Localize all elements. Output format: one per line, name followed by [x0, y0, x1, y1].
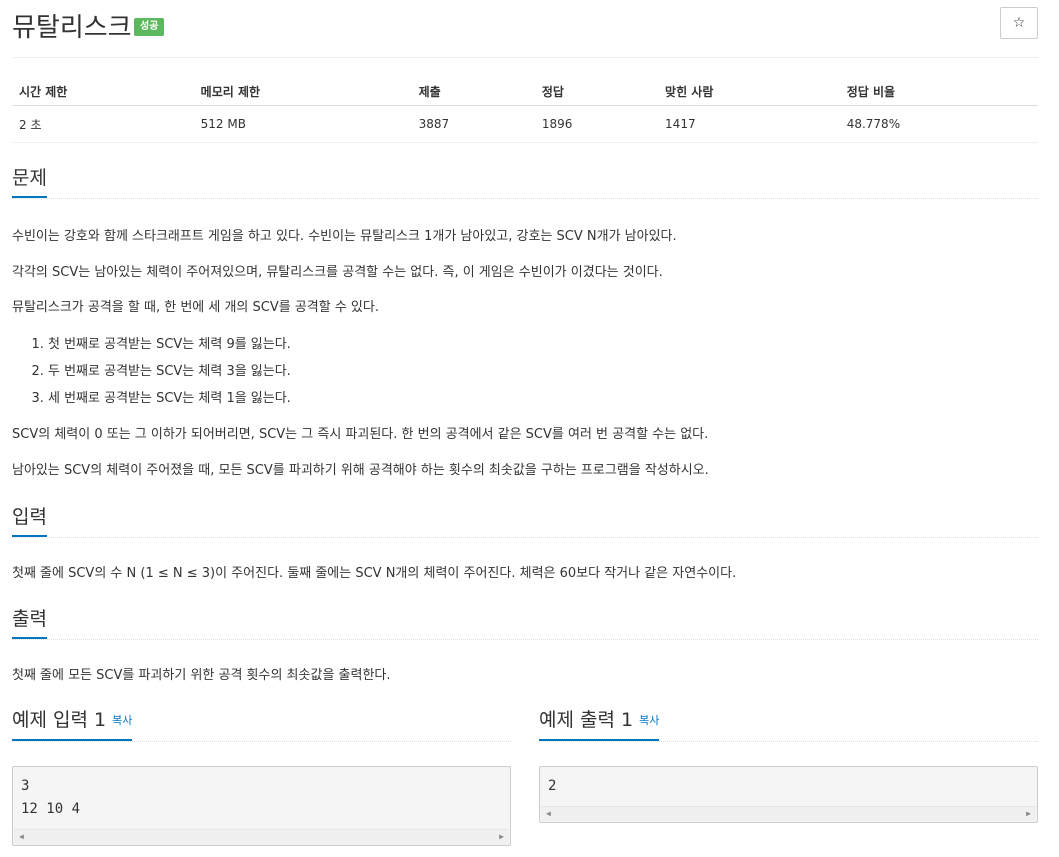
- output-description: 첫째 줄에 모든 SCV를 파괴하기 위한 공격 횟수의 최솟값을 출력한다.: [12, 668, 391, 683]
- star-icon: ☆: [1012, 15, 1026, 31]
- copy-output-button[interactable]: 복사: [639, 714, 659, 727]
- description-paragraph: 각각의 SCV는 남아있는 체력이 주어져있으며, 뮤탈리스크를 공격할 수는 …: [12, 265, 663, 280]
- header-memory-limit: 메모리 제한: [193, 78, 412, 106]
- rule-item: 첫 번째로 공격받는 SCV는 체력 9를 잃는다.: [48, 336, 291, 354]
- sample-output-box[interactable]: 2 ◀ ▶: [539, 766, 1038, 823]
- problem-page: 뮤탈리스크 성공 ☆ 시간 제한 메모리 제한 제출 정답 맞힌 사람 정답 비…: [12, 0, 1038, 846]
- header-time-limit: 시간 제한: [12, 78, 194, 106]
- scroll-right-icon[interactable]: ▶: [499, 830, 504, 844]
- sample-output-title: 예제 출력 1: [539, 709, 634, 731]
- sample-output-heading: 예제 출력 1 복사: [539, 708, 660, 741]
- sample-output-text: 2: [548, 778, 557, 794]
- header-accept-ratio: 정답 비율: [839, 78, 1038, 106]
- sample-input-text: 3 12 10 4: [21, 778, 81, 817]
- rule-item: 세 번째로 공격받는 SCV는 체력 1을 잃는다.: [48, 390, 291, 408]
- solved-users-value: 1417: [658, 105, 840, 143]
- sample-input-title: 예제 입력 1: [12, 709, 107, 731]
- header-accepted: 정답: [534, 78, 659, 106]
- output-section-header: 출력: [12, 607, 1038, 640]
- accept-ratio-value: 48.778%: [839, 105, 1038, 143]
- description-heading: 문제: [12, 166, 47, 198]
- time-limit-value: 2 초: [12, 105, 194, 143]
- input-heading: 입력: [12, 505, 47, 537]
- status-badge: 성공: [134, 18, 165, 36]
- input-description: 첫째 줄에 SCV의 수 N (1 ≤ N ≤ 3)이 주어진다. 둘째 줄에는…: [12, 566, 737, 581]
- sample-input-header: 예제 입력 1 복사: [12, 708, 511, 742]
- scroll-left-icon[interactable]: ◀: [546, 807, 551, 821]
- sample-output-header: 예제 출력 1 복사: [539, 708, 1038, 742]
- header-submissions: 제출: [411, 78, 535, 106]
- info-value-row: 2 초 512 MB 3887 1896 1417 48.778%: [12, 105, 1038, 143]
- scroll-left-icon[interactable]: ◀: [19, 830, 24, 844]
- problem-info-table: 시간 제한 메모리 제한 제출 정답 맞힌 사람 정답 비율 2 초 512 M…: [12, 78, 1038, 143]
- horizontal-scrollbar[interactable]: ◀ ▶: [541, 806, 1036, 821]
- description-section-header: 문제: [12, 166, 1038, 199]
- horizontal-scrollbar[interactable]: ◀ ▶: [14, 829, 509, 844]
- info-header-row: 시간 제한 메모리 제한 제출 정답 맞힌 사람 정답 비율: [12, 78, 1038, 106]
- star-button[interactable]: ☆: [1000, 7, 1038, 39]
- attack-rules-list: 첫 번째로 공격받는 SCV는 체력 9를 잃는다. 두 번째로 공격받는 SC…: [12, 336, 291, 417]
- submissions-value: 3887: [411, 105, 535, 143]
- description-paragraph: 남아있는 SCV의 체력이 주어졌을 때, 모든 SCV를 파괴하기 위해 공격…: [12, 463, 709, 478]
- sample-input-box[interactable]: 3 12 10 4 ◀ ▶: [12, 766, 511, 846]
- title-row: 뮤탈리스크 성공 ☆: [12, 0, 1038, 58]
- description-paragraph: 수빈이는 강호와 함께 스타크래프트 게임을 하고 있다. 수빈이는 뮤탈리스크…: [12, 229, 677, 244]
- description-paragraph: 뮤탈리스크가 공격을 할 때, 한 번에 세 개의 SCV를 공격할 수 있다.: [12, 300, 379, 315]
- sample-input-heading: 예제 입력 1 복사: [12, 708, 133, 741]
- problem-title: 뮤탈리스크: [12, 13, 132, 43]
- input-section-header: 입력: [12, 505, 1038, 538]
- output-heading: 출력: [12, 607, 47, 639]
- scroll-right-icon[interactable]: ▶: [1026, 807, 1031, 821]
- header-solved-users: 맞힌 사람: [658, 78, 840, 106]
- memory-limit-value: 512 MB: [193, 105, 412, 143]
- rule-item: 두 번째로 공격받는 SCV는 체력 3을 잃는다.: [48, 363, 291, 381]
- copy-input-button[interactable]: 복사: [112, 714, 132, 727]
- accepted-value: 1896: [534, 105, 659, 143]
- description-paragraph: SCV의 체력이 0 또는 그 이하가 되어버리면, SCV는 그 즉시 파괴된…: [12, 427, 709, 442]
